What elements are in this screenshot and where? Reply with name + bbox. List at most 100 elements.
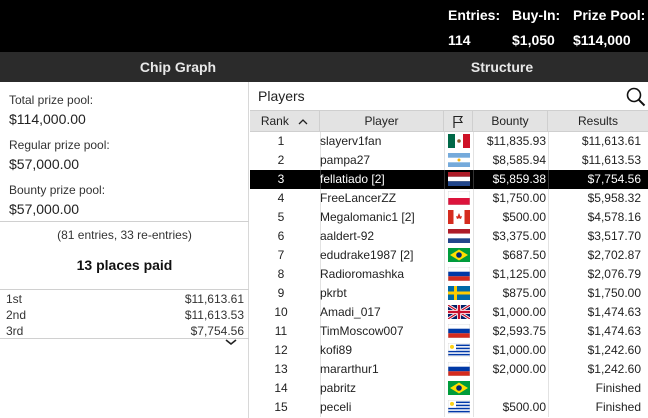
column-divider bbox=[473, 151, 474, 170]
country-flag-icon bbox=[448, 172, 470, 186]
column-divider bbox=[444, 246, 445, 265]
bounty-prize-pool: Bounty prize pool: $57,000.00 bbox=[9, 183, 105, 217]
column-divider bbox=[444, 208, 445, 227]
player-name: slayerv1fan bbox=[320, 134, 382, 148]
flag-icon bbox=[453, 115, 464, 128]
player-row[interactable]: 10 Amadi_017 $1,000.00 $1,474.63 bbox=[250, 303, 648, 322]
player-bounty: $500.00 bbox=[502, 210, 546, 224]
column-divider bbox=[444, 265, 445, 284]
country-flag-icon bbox=[448, 134, 470, 148]
player-rank: 6 bbox=[277, 229, 285, 243]
regular-prize-pool-label: Regular prize pool: bbox=[9, 138, 110, 152]
country-flag-icon bbox=[448, 286, 470, 300]
player-rank: 4 bbox=[277, 191, 285, 205]
column-divider bbox=[548, 322, 549, 341]
player-rank: 14 bbox=[274, 381, 288, 395]
country-flag-icon bbox=[448, 381, 470, 395]
country-flag-icon bbox=[448, 229, 470, 243]
player-bounty: $1,000.00 bbox=[492, 343, 546, 357]
player-column-header[interactable]: Player bbox=[320, 111, 444, 131]
column-divider bbox=[444, 284, 445, 303]
player-row[interactable]: 9 pkrbt $875.00 $1,750.00 bbox=[250, 284, 648, 303]
flag-column-header[interactable] bbox=[444, 111, 473, 131]
column-divider bbox=[444, 303, 445, 322]
player-row[interactable]: 6 aaldert-92 $3,375.00 $3,517.70 bbox=[250, 227, 648, 246]
player-bounty: $5,859.38 bbox=[492, 172, 546, 186]
players-title: Players bbox=[258, 88, 305, 104]
player-result: $11,613.61 bbox=[581, 134, 641, 148]
player-bounty: $11,835.93 bbox=[486, 134, 546, 148]
player-rank: 10 bbox=[274, 305, 288, 319]
player-rank: 15 bbox=[274, 400, 288, 414]
column-divider bbox=[473, 189, 474, 208]
player-row[interactable]: 4 FreeLancerZZ $1,750.00 $5,958.32 bbox=[250, 189, 648, 208]
entries-stat: Entries: 114 bbox=[448, 7, 500, 48]
column-divider bbox=[444, 341, 445, 360]
entries-value: 114 bbox=[448, 32, 471, 48]
player-name: edudrake1987 [2] bbox=[320, 248, 414, 262]
country-flag-icon bbox=[448, 305, 470, 319]
column-divider bbox=[444, 170, 445, 189]
column-divider bbox=[473, 265, 474, 284]
tab-structure[interactable]: Structure bbox=[356, 52, 648, 82]
player-name: kofi89 bbox=[320, 343, 353, 357]
player-result: $1,242.60 bbox=[587, 362, 641, 376]
player-row[interactable]: 5 Megalomanic1 [2] $500.00 $4,578.16 bbox=[250, 208, 648, 227]
total-prize-pool-value: $114,000.00 bbox=[9, 111, 86, 127]
column-divider bbox=[473, 246, 474, 265]
column-divider bbox=[548, 303, 549, 322]
player-rank: 3 bbox=[277, 172, 285, 186]
player-row[interactable]: 11 TimMoscow007 $2,593.75 $1,474.63 bbox=[250, 322, 648, 341]
player-row[interactable]: 2 pampa27 $8,585.94 $11,613.53 bbox=[250, 151, 648, 170]
player-row[interactable]: 1 slayerv1fan $11,835.93 $11,613.61 bbox=[250, 132, 648, 151]
column-divider bbox=[444, 322, 445, 341]
column-divider bbox=[548, 151, 549, 170]
column-divider bbox=[548, 379, 549, 398]
player-name: pkrbt bbox=[320, 286, 347, 300]
divider bbox=[0, 338, 249, 339]
player-bounty: $3,375.00 bbox=[492, 229, 546, 243]
bounty-prize-pool-value: $57,000.00 bbox=[9, 201, 80, 217]
player-row[interactable]: 12 kofi89 $1,000.00 $1,242.60 bbox=[250, 341, 648, 360]
player-row[interactable]: 3 fellatiado [2] $5,859.38 $7,754.56 bbox=[250, 170, 648, 189]
player-row[interactable]: 8 Radioromashka $1,125.00 $2,076.79 bbox=[250, 265, 648, 284]
total-prize-pool-label: Total prize pool: bbox=[9, 93, 94, 107]
tab-chip-graph[interactable]: Chip Graph bbox=[0, 52, 356, 82]
payout-row: 1st $11,613.61 bbox=[0, 291, 249, 307]
divider bbox=[0, 289, 249, 290]
divider bbox=[0, 221, 249, 222]
players-table-header: Rank Player Bounty Results bbox=[250, 110, 648, 132]
chevron-down-icon[interactable] bbox=[224, 337, 238, 347]
player-row[interactable]: 13 mararthur1 $2,000.00 $1,242.60 bbox=[250, 360, 648, 379]
prize-pool-label: Prize Pool: bbox=[573, 7, 646, 23]
column-divider bbox=[473, 284, 474, 303]
player-row[interactable]: 7 edudrake1987 [2] $687.50 $2,702.87 bbox=[250, 246, 648, 265]
player-rank: 1 bbox=[277, 134, 285, 148]
player-name: pampa27 bbox=[320, 153, 371, 167]
country-flag-icon bbox=[448, 248, 470, 262]
rank-column-header[interactable]: Rank bbox=[250, 111, 320, 131]
column-divider bbox=[548, 360, 549, 379]
player-rank: 8 bbox=[277, 267, 285, 281]
column-divider bbox=[548, 132, 549, 151]
player-row[interactable]: 14 pabritz Finished bbox=[250, 379, 648, 398]
search-icon[interactable] bbox=[626, 87, 646, 107]
column-divider bbox=[473, 360, 474, 379]
player-result: Finished bbox=[595, 400, 641, 414]
country-flag-icon bbox=[448, 343, 470, 357]
country-flag-icon bbox=[448, 191, 470, 205]
results-column-header[interactable]: Results bbox=[548, 111, 648, 131]
places-paid: 13 places paid bbox=[76, 257, 173, 273]
player-result: $2,702.87 bbox=[587, 248, 641, 262]
bounty-column-header[interactable]: Bounty bbox=[473, 111, 548, 131]
players-panel: Players Rank Player Bounty Results 1 slay… bbox=[250, 82, 648, 418]
player-rank: 9 bbox=[277, 286, 285, 300]
player-bounty: $2,000.00 bbox=[492, 362, 546, 376]
prize-pool-stat: Prize Pool: $114,000 bbox=[573, 7, 645, 48]
sort-up-icon bbox=[298, 118, 308, 125]
player-bounty: $500.00 bbox=[502, 400, 546, 414]
country-flag-icon bbox=[448, 400, 470, 414]
player-row[interactable]: 15 peceli $500.00 Finished bbox=[250, 398, 648, 417]
column-divider bbox=[444, 132, 445, 151]
country-flag-icon bbox=[448, 210, 470, 224]
